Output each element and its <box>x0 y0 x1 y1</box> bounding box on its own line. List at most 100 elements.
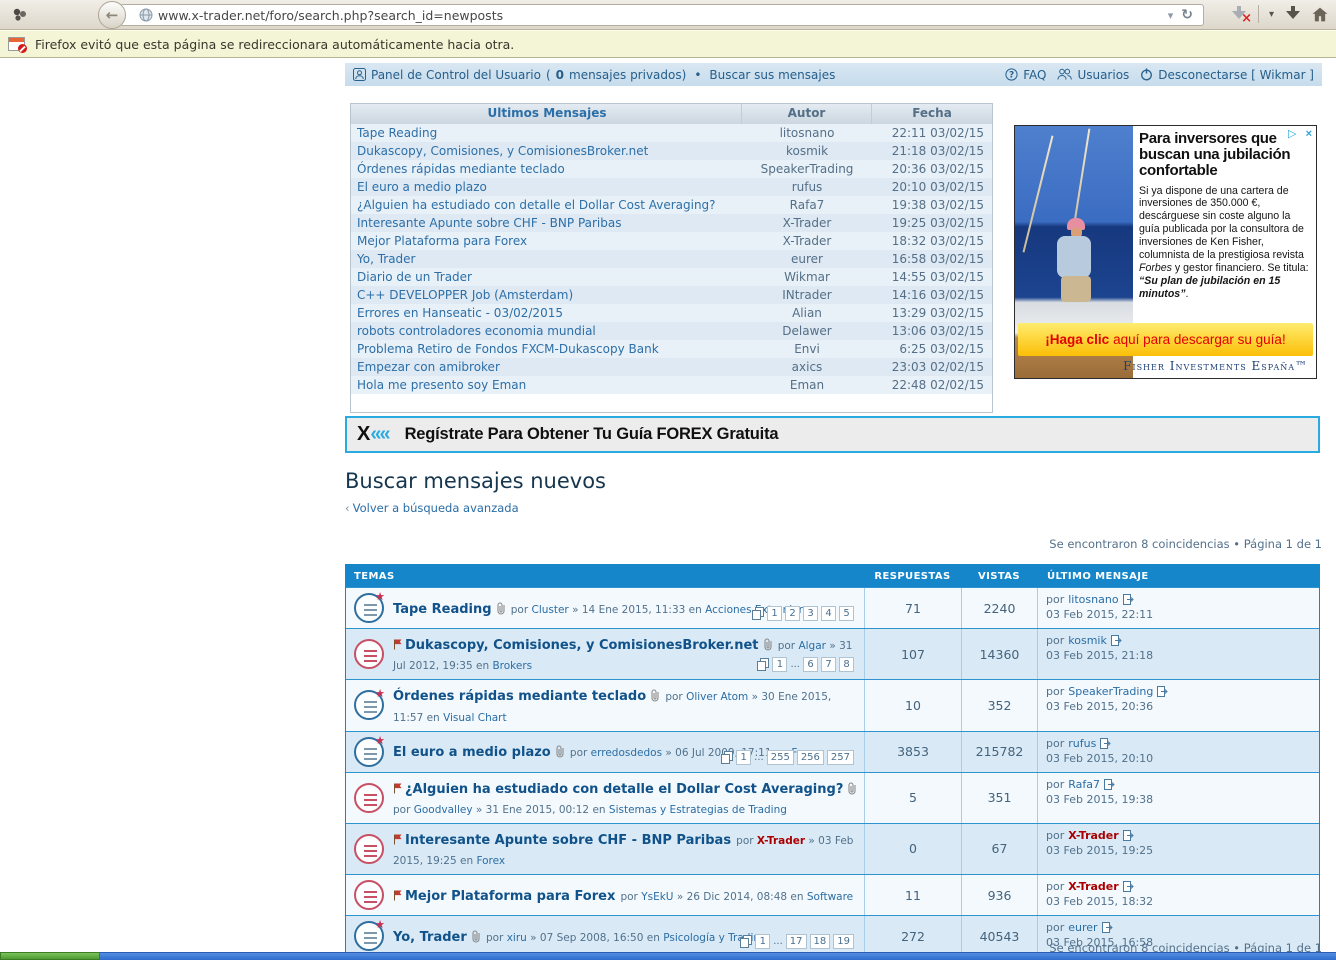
topic-author-link[interactable]: Oliver Atom <box>686 691 748 703</box>
search-own-messages-link[interactable]: Buscar sus mensajes <box>709 68 835 82</box>
latest-title-link[interactable]: Órdenes rápidas mediante teclado <box>351 160 742 178</box>
ad-cta-button[interactable]: ¡Haga clic aquí para descargar su guía! <box>1018 323 1313 356</box>
page-link[interactable]: 18 <box>809 934 831 949</box>
topic-forum-link[interactable]: Sistemas y Estrategias de Trading <box>609 804 787 816</box>
latest-title-link[interactable]: Problema Retiro de Fondos FXCM-Dukascopy… <box>351 340 742 358</box>
topic-author-link[interactable]: Goodvalley <box>414 804 473 816</box>
latest-title-link[interactable]: Interesante Apunte sobre CHF - BNP Parib… <box>351 214 742 232</box>
page-link[interactable]: 3 <box>803 606 818 621</box>
last-author-link[interactable]: SpeakerTrading <box>1068 685 1153 698</box>
topic-title-link[interactable]: Dukascopy, Comisiones, y ComisionesBroke… <box>405 638 759 653</box>
page-link[interactable]: 1 <box>755 934 771 949</box>
notification-text: Firefox evitó que esta página se redirec… <box>35 36 515 52</box>
latest-title-link[interactable]: Hola me presento soy Eman <box>351 376 742 394</box>
topic-forum-link[interactable]: Visual Chart <box>443 712 507 724</box>
last-author-link[interactable]: eurer <box>1068 921 1097 934</box>
page-link[interactable]: 6 <box>803 657 818 673</box>
users-link[interactable]: Usuarios <box>1077 68 1129 82</box>
page-link[interactable]: 1 <box>767 606 782 621</box>
topic-title-link[interactable]: Interesante Apunte sobre CHF - BNP Parib… <box>405 833 731 848</box>
topic-forum-link[interactable]: Forex <box>476 855 505 867</box>
topic-author-link[interactable]: Cluster <box>531 604 568 616</box>
url-bar[interactable]: www.x-trader.net/foro/search.php?search_… <box>120 4 1204 26</box>
goto-last-post-icon[interactable] <box>1104 778 1115 790</box>
page-link[interactable]: 257 <box>826 749 854 765</box>
latest-title-link[interactable]: Errores en Hanseatic - 03/02/2015 <box>351 304 742 322</box>
page-link[interactable]: 1 <box>736 749 752 765</box>
logout-link[interactable]: Desconectarse [ Wikmar ] <box>1158 68 1314 82</box>
page-link[interactable]: 255 <box>766 749 794 765</box>
user-control-panel-link[interactable]: Panel de Control del Usuario <box>371 68 541 82</box>
latest-title-link[interactable]: Mejor Plataforma para Forex <box>351 232 742 250</box>
sidebar-ad[interactable]: ▷ × Para inversores que buscan una jubil… <box>1014 125 1317 379</box>
user-panel-icon <box>353 68 366 81</box>
latest-author: X-Trader <box>782 216 832 230</box>
topic-author-link[interactable]: X-Trader <box>757 835 805 847</box>
latest-title-link[interactable]: C++ DEVELOPPER Job (Amsterdam) <box>351 286 742 304</box>
faq-link[interactable]: FAQ <box>1023 68 1046 82</box>
topic-title-link[interactable]: El euro a medio plazo <box>393 745 551 760</box>
topic-title-link[interactable]: Tape Reading <box>393 602 492 617</box>
latest-title-link[interactable]: robots controladores economia mundial <box>351 322 742 340</box>
page-link[interactable]: 1 <box>772 657 788 673</box>
topic-author-link[interactable]: erredosdedos <box>591 747 662 759</box>
toolbar-caret-icon[interactable]: ▾ <box>1269 9 1274 20</box>
goto-last-post-icon[interactable] <box>1157 686 1169 698</box>
latest-title-link[interactable]: Diario de un Trader <box>351 268 742 286</box>
page-link[interactable]: 5 <box>839 606 854 621</box>
topic-author-link[interactable]: YsEkU <box>641 891 673 903</box>
goto-last-post-icon[interactable] <box>1122 594 1134 605</box>
topic-title-link[interactable]: ¿Alguien ha estudiado con detalle el Dol… <box>405 782 843 797</box>
page-link[interactable]: 17 <box>785 934 807 949</box>
goto-last-post-icon[interactable] <box>1122 881 1134 892</box>
page-link[interactable]: 8 <box>839 657 854 673</box>
extension-icon[interactable] <box>12 7 28 23</box>
latest-title-link[interactable]: Dukascopy, Comisiones, y ComisionesBroke… <box>351 142 742 160</box>
latest-title-link[interactable]: El euro a medio plazo <box>351 178 742 196</box>
forex-guide-banner[interactable]: X«« Regístrate Para Obtener Tu Guía FORE… <box>345 416 1320 453</box>
adchoices-icon[interactable]: ▷ <box>1288 128 1296 140</box>
page-link[interactable]: 7 <box>821 657 836 673</box>
latest-title-link[interactable]: Tape Reading <box>351 124 742 142</box>
home-icon[interactable] <box>1312 7 1328 22</box>
last-author-link[interactable]: rufus <box>1068 737 1096 750</box>
latest-title-link[interactable]: Empezar con amibroker <box>351 358 742 376</box>
downloads-blocked-icon[interactable]: × <box>1230 6 1252 26</box>
page-link[interactable]: 19 <box>833 934 854 949</box>
back-button[interactable]: ← <box>98 1 126 29</box>
last-author-link[interactable]: kosmik <box>1068 634 1107 647</box>
goto-last-post-icon[interactable] <box>1122 829 1134 841</box>
page-link[interactable]: 2 <box>785 606 800 621</box>
topic-forum-link[interactable]: Brokers <box>492 660 532 672</box>
latest-date: 16:58 03/02/15 <box>891 252 984 266</box>
last-author-link[interactable]: Rafa7 <box>1068 778 1100 791</box>
latest-title-link[interactable]: Yo, Trader <box>351 250 742 268</box>
topic-title-link[interactable]: Mejor Plataforma para Forex <box>405 889 615 904</box>
redirect-notification-bar[interactable]: Firefox evitó que esta página se redirec… <box>0 30 1336 58</box>
topic-title-link[interactable]: Órdenes rápidas mediante teclado <box>393 689 646 704</box>
last-author-link[interactable]: litosnano <box>1068 593 1118 606</box>
latest-title-link[interactable]: ¿Alguien ha estudiado con detalle el Dol… <box>351 196 742 214</box>
page-link[interactable]: 4 <box>821 606 836 621</box>
url-text[interactable]: www.x-trader.net/foro/search.php?search_… <box>158 8 1164 23</box>
topic-forum-link[interactable]: Software <box>807 891 853 903</box>
last-author-link[interactable]: X-Trader <box>1068 829 1118 842</box>
download-icon[interactable] <box>1284 6 1302 22</box>
goto-last-post-icon[interactable] <box>1110 635 1122 646</box>
page-link[interactable]: 256 <box>796 749 824 765</box>
last-author-link[interactable]: X-Trader <box>1068 880 1118 893</box>
reload-icon[interactable]: ↻ <box>1177 7 1197 23</box>
topic-author-link[interactable]: Algar <box>798 640 826 652</box>
latest-date: 19:38 03/02/15 <box>891 198 984 212</box>
goto-last-post-icon[interactable] <box>1101 922 1113 933</box>
replies-count: 272 <box>864 916 961 956</box>
goto-last-post-icon[interactable] <box>1100 737 1112 749</box>
ad-close-icon[interactable]: × <box>1306 128 1312 140</box>
back-to-advanced-search-link[interactable]: ‹ Volver a búsqueda avanzada <box>345 501 519 515</box>
topic-icon: ★ <box>354 734 385 767</box>
latest-row: Empezar con amibroker axics 23:03 02/02/15 <box>351 358 992 376</box>
topic-title-link[interactable]: Yo, Trader <box>393 930 467 945</box>
url-dropdown-icon[interactable]: ▾ <box>1164 9 1178 22</box>
topic-author-link[interactable]: xiru <box>507 932 527 944</box>
last-date: 03 Feb 2015, 19:25 <box>1046 843 1154 857</box>
